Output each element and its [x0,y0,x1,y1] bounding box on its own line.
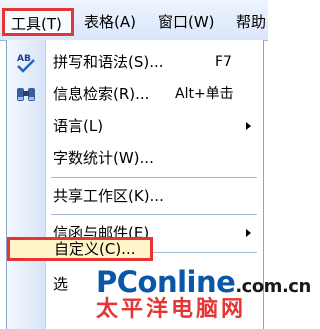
watermark-subtitle: 太平洋电脑网 [96,297,247,322]
watermark-brand: PConline.com.cn [96,266,311,298]
menu-item-label: 选 [53,275,69,293]
menu-item-label: 拼写和语法(S)... [53,53,164,71]
menu-help[interactable]: 帮助 [236,10,266,34]
pconline-watermark: PConline.com.cn 太平洋电脑网 [96,266,311,326]
spelling-grammar-icon: A B [17,54,35,73]
menu-item-label: 自定义(C)... [54,240,136,258]
submenu-arrow-icon [246,122,251,130]
watermark-brand-online: online [137,265,236,299]
menu-item-label: 语言(L) [53,117,104,135]
menu-item-shortcut: Alt+单击 [175,86,234,102]
menu-window[interactable]: 窗口(W) [158,10,215,34]
menu-item-word-count[interactable]: 字数统计(W)... [7,142,263,174]
svg-text:A: A [17,54,24,64]
research-binoculars-icon [17,88,35,101]
watermark-brand-domain: .com.cn [235,276,311,297]
watermark-brand-pc: PC [96,265,138,299]
menu-bar: 工具(T) 表格(A) 窗口(W) 帮助 [0,0,268,41]
menu-item-research[interactable]: 信息检索(R)... Alt+单击 [7,78,263,110]
menu-item-label: 信息检索(R)... [53,85,150,103]
menu-table[interactable]: 表格(A) [84,10,136,34]
submenu-arrow-icon [246,229,251,237]
menu-item-language[interactable]: 语言(L) [7,110,263,142]
menu-item-customize[interactable]: 自定义(C)... [7,237,153,261]
menu-item-shortcut: F7 [215,54,232,70]
menu-item-label: 共享工作区(K)... [53,187,164,205]
menu-item-shared-workspace[interactable]: 共享工作区(K)... [7,180,263,212]
menu-separator [51,177,257,178]
menu-separator [51,214,257,215]
menu-tools[interactable]: 工具(T) [2,8,74,36]
menu-item-spelling-grammar[interactable]: A B 拼写和语法(S)... F7 [7,46,263,78]
menu-item-label: 字数统计(W)... [53,149,154,167]
